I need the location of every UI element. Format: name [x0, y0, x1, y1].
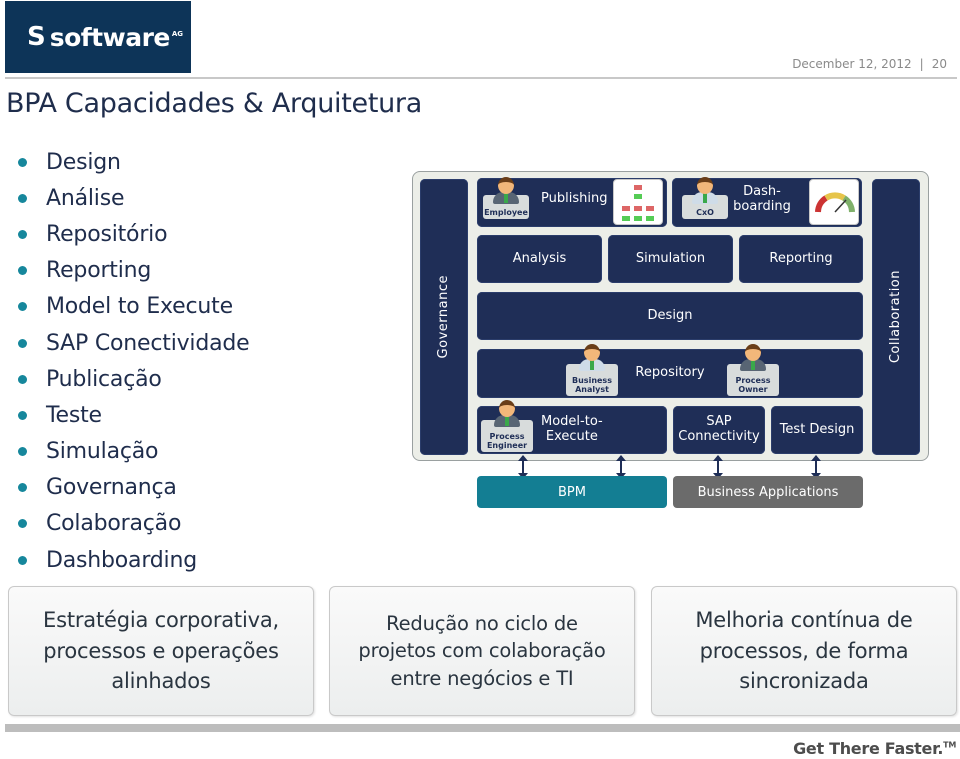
apps-connector-arrow-icon — [713, 455, 723, 479]
list-item: Design — [18, 144, 250, 180]
benefit-box: Estratégia corporativa, processos e oper… — [8, 586, 314, 716]
list-item: Repositório — [18, 216, 250, 252]
bullet-icon — [18, 410, 27, 420]
list-item: Reporting — [18, 253, 250, 289]
architecture-diagram: Governance Collaboration Publishing Empl… — [412, 171, 929, 461]
slide-date: December 12, 2012 — [792, 57, 912, 71]
footer-divider — [5, 724, 960, 732]
software-ag-logo: S software AG — [5, 1, 191, 73]
benefit-box: Redução no ciclo de projetos com colabor… — [329, 586, 635, 716]
list-item: Publicação — [18, 361, 250, 397]
sap-connectivity-block: SAP Connectivity — [673, 406, 765, 454]
benefit-box: Melhoria contínua de processos, de forma… — [651, 586, 957, 716]
gauge-thumbnail-icon — [809, 179, 859, 225]
list-item: Colaboração — [18, 506, 250, 542]
bullet-icon — [18, 266, 27, 276]
page-title: BPA Capacidades & Arquitetura — [6, 88, 422, 119]
process-owner-role-icon: Process Owner — [727, 344, 779, 396]
bpm-connector-arrow-icon — [518, 455, 528, 479]
bullet-icon — [18, 519, 27, 529]
page-number: 20 — [931, 57, 947, 71]
bullet-icon — [18, 229, 27, 239]
slide-meta: December 12, 2012 | 20 — [792, 57, 947, 71]
business-analyst-role-icon: Business Analyst — [566, 344, 618, 396]
list-item: Governança — [18, 470, 250, 506]
bullet-icon — [18, 374, 27, 384]
repository-block: Repository — [477, 349, 863, 398]
bullet-icon — [18, 157, 27, 167]
collaboration-column: Collaboration — [872, 179, 920, 455]
list-item: Simulação — [18, 434, 250, 470]
cxo-role-icon: CxO — [682, 177, 728, 219]
bpm-connector-arrow-icon — [616, 455, 626, 479]
trademark: TM — [943, 740, 956, 750]
process-engineer-role-icon: Process Engineer — [481, 400, 533, 452]
test-design-block: Test Design — [771, 406, 863, 454]
bullet-icon — [18, 338, 27, 348]
capabilities-list: Design Análise Repositório Reporting Mod… — [18, 144, 250, 578]
bullet-icon — [18, 555, 27, 565]
logo-text: software — [49, 22, 171, 52]
bullet-icon — [18, 302, 27, 312]
bullet-icon — [18, 193, 27, 203]
process-model-thumbnail-icon — [613, 179, 663, 225]
apps-connector-arrow-icon — [811, 455, 821, 479]
employee-role-icon: Employee — [483, 177, 529, 219]
bullet-icon — [18, 447, 27, 457]
list-item: Model to Execute — [18, 289, 250, 325]
header-divider — [5, 77, 957, 79]
logo-mark-icon: S — [27, 22, 46, 52]
bpm-block: BPM — [477, 476, 667, 508]
list-item: Análise — [18, 180, 250, 216]
list-item: Teste — [18, 397, 250, 433]
business-applications-block: Business Applications — [673, 476, 863, 508]
list-item: SAP Conectividade — [18, 325, 250, 361]
tagline: Get There Faster.TM — [793, 739, 956, 758]
meta-separator: | — [919, 57, 924, 71]
bullet-icon — [18, 483, 27, 493]
reporting-block: Reporting — [739, 235, 863, 283]
logo-suffix: AG — [171, 30, 184, 38]
list-item: Dashboarding — [18, 542, 250, 578]
simulation-block: Simulation — [608, 235, 733, 283]
design-block: Design — [477, 292, 863, 340]
governance-column: Governance — [420, 179, 468, 455]
analysis-block: Analysis — [477, 235, 602, 283]
